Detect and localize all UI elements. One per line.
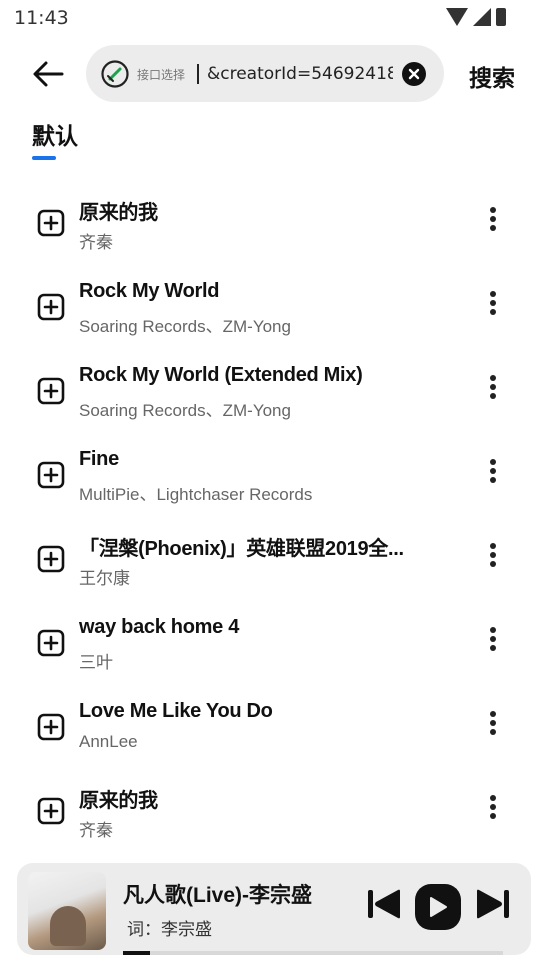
song-list: 原来的我 齐秦 Rock My World Soaring Records、ZM…: [0, 180, 546, 852]
add-to-playlist-icon[interactable]: [37, 461, 65, 489]
search-button[interactable]: 搜索: [469, 59, 515, 93]
add-to-playlist-icon[interactable]: [37, 629, 65, 657]
more-icon[interactable]: [486, 711, 500, 741]
song-title: 「涅槃(Phoenix)」英雄联盟2019全...: [79, 538, 404, 560]
list-item[interactable]: 「涅槃(Phoenix)」英雄联盟2019全... 王尔康: [0, 516, 546, 600]
wifi-icon: [446, 8, 468, 26]
add-to-playlist-icon[interactable]: [37, 545, 65, 573]
more-icon[interactable]: [486, 375, 500, 405]
play-button[interactable]: [415, 884, 461, 930]
battery-icon: [496, 8, 506, 26]
more-icon[interactable]: [486, 459, 500, 489]
song-title: Rock My World: [79, 280, 220, 302]
song-title: way back home 4: [79, 616, 240, 638]
mini-player[interactable]: 凡人歌(Live)-李宗盛 词：李宗盛: [17, 863, 531, 955]
progress-bar[interactable]: [123, 951, 503, 955]
divider: [197, 64, 199, 84]
song-artist: AnnLee: [79, 732, 138, 751]
tab-default[interactable]: 默认: [32, 117, 78, 151]
song-title: Fine: [79, 448, 119, 470]
list-item[interactable]: 原来的我 齐秦: [0, 180, 546, 264]
status-bar: 11:43: [0, 0, 546, 36]
more-icon[interactable]: [486, 543, 500, 573]
add-to-playlist-icon[interactable]: [37, 797, 65, 825]
song-artist: Soaring Records、ZM-Yong: [79, 401, 291, 420]
cover-artwork: [50, 906, 86, 946]
status-icons: [446, 8, 506, 26]
more-icon[interactable]: [486, 795, 500, 825]
add-to-playlist-icon[interactable]: [37, 209, 65, 237]
more-icon[interactable]: [486, 207, 500, 237]
add-to-playlist-icon[interactable]: [37, 293, 65, 321]
search-box: 接口选择: [86, 45, 444, 102]
now-playing-lyricist: 词：李宗盛: [127, 920, 212, 939]
song-artist: MultiPie、Lightchaser Records: [79, 485, 313, 504]
close-icon: [408, 68, 420, 80]
song-title: Rock My World (Extended Mix): [79, 364, 363, 386]
api-select-label[interactable]: 接口选择: [137, 66, 185, 83]
list-item[interactable]: Love Me Like You Do AnnLee: [0, 684, 546, 768]
progress-fill: [123, 951, 150, 955]
more-icon[interactable]: [486, 627, 500, 657]
song-artist: 三叶: [79, 653, 113, 672]
api-select-icon[interactable]: [100, 59, 130, 89]
arrow-left-icon: [33, 61, 64, 87]
search-input[interactable]: [207, 59, 393, 89]
back-button[interactable]: [30, 56, 66, 92]
song-title: Love Me Like You Do: [79, 700, 273, 722]
album-cover[interactable]: [28, 872, 106, 950]
list-item[interactable]: way back home 4 三叶: [0, 600, 546, 684]
clear-button[interactable]: [402, 62, 426, 86]
song-artist: 王尔康: [79, 569, 130, 588]
play-icon: [430, 897, 447, 917]
next-icon[interactable]: [474, 885, 512, 923]
add-to-playlist-icon[interactable]: [37, 377, 65, 405]
add-to-playlist-icon[interactable]: [37, 713, 65, 741]
song-artist: 齐秦: [79, 821, 113, 840]
song-artist: Soaring Records、ZM-Yong: [79, 317, 291, 336]
list-item[interactable]: 原来的我 齐秦: [0, 768, 546, 852]
status-time: 11:43: [14, 7, 69, 29]
more-icon[interactable]: [486, 291, 500, 321]
list-item[interactable]: Rock My World (Extended Mix) Soaring Rec…: [0, 348, 546, 432]
song-artist: 齐秦: [79, 233, 113, 252]
tab-indicator: [32, 156, 56, 160]
song-title: 原来的我: [79, 790, 158, 812]
list-item[interactable]: Rock My World Soaring Records、ZM-Yong: [0, 264, 546, 348]
signal-icon: [473, 8, 491, 26]
previous-icon[interactable]: [365, 885, 403, 923]
song-title: 原来的我: [79, 202, 158, 224]
now-playing-title: 凡人歌(Live)-李宗盛: [123, 884, 312, 907]
list-item[interactable]: Fine MultiPie、Lightchaser Records: [0, 432, 546, 516]
